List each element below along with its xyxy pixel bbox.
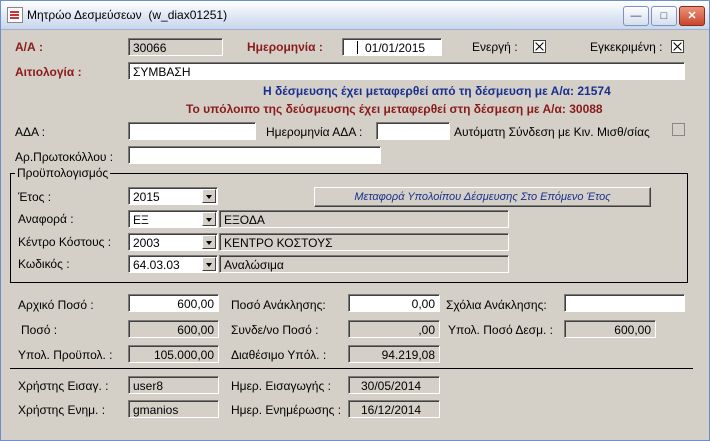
insert-user-label: Χρήστης Εισαγ. :: [18, 379, 109, 393]
code-description: Αναλώσιμα: [219, 255, 509, 273]
approved-checkbox[interactable]: [671, 40, 684, 53]
available-remaining-field: 94.219,08: [348, 345, 440, 363]
cost-center-value: 2003: [133, 236, 160, 250]
chevron-down-icon[interactable]: [202, 189, 216, 203]
recall-comments-field[interactable]: [564, 294, 685, 312]
chevron-down-icon[interactable]: [202, 235, 216, 249]
auto-link-checkbox[interactable]: [672, 123, 685, 136]
recall-comments-label: Σχόλια Ανάκλησης:: [446, 298, 547, 312]
amount-label: Ποσό :: [21, 323, 58, 337]
code-value: 64.03.03: [133, 258, 180, 272]
maximize-button[interactable]: □: [651, 6, 677, 26]
date-label: Ημερομηνία :: [247, 40, 323, 54]
separator-line: [10, 368, 693, 369]
ada-date-field[interactable]: [376, 122, 450, 140]
code-label: Κωδικός :: [18, 257, 70, 271]
ref-select[interactable]: ΕΞ: [128, 210, 218, 228]
transferred-from-message: Η δέσμευσης έχει μεταφερθεί από τη δέσμε…: [263, 84, 611, 98]
active-checkbox[interactable]: [533, 40, 546, 53]
title-bar[interactable]: Μητρώο Δεσμεύσεων (w_diax01251) — □ ✕: [1, 1, 709, 30]
protocol-field[interactable]: [128, 146, 381, 164]
cost-center-description: ΚΕΝΤΡΟ ΚΟΣΤΟΥΣ: [219, 233, 509, 251]
cost-center-label: Κέντρο Κόστους :: [18, 235, 112, 249]
ada-date-label: Ημερομηνία ΑΔΑ :: [266, 125, 363, 139]
code-select[interactable]: 64.03.03: [128, 255, 218, 273]
aa-label: Α/Α :: [15, 40, 43, 54]
update-user-field: gmanios: [128, 400, 219, 418]
year-value: 2015: [133, 190, 160, 204]
active-label: Ενεργή :: [472, 40, 518, 54]
year-label: Έτος :: [18, 190, 52, 204]
commitments-window: Μητρώο Δεσμεύσεων (w_diax01251) — □ ✕ Α/…: [0, 0, 710, 441]
window-form-id: (w_diax01251): [148, 8, 228, 22]
text-cursor: [357, 41, 358, 54]
protocol-label: Αρ.Πρωτοκόλλου :: [15, 150, 114, 164]
auto-link-label: Αυτόματη Σύνδεση με Κιν. Μισθ/σίας: [454, 125, 650, 139]
linked-amount-label: Συνδε/νο Ποσό :: [231, 323, 319, 337]
reason-field[interactable]: ΣΥΜΒΑΣΗ: [128, 62, 685, 80]
recall-amount-field[interactable]: 0,00: [348, 294, 440, 312]
initial-amount-label: Αρχικό Ποσό :: [18, 298, 94, 312]
form-body: Α/Α : 30066 Ημερομηνία : 01/01/2015 Ενερ…: [1, 30, 709, 440]
close-button[interactable]: ✕: [679, 6, 705, 26]
available-remaining-label: Διαθέσιμο Υπόλ. :: [231, 348, 327, 362]
app-icon: [7, 7, 23, 23]
chevron-down-icon[interactable]: [202, 257, 216, 271]
remaining-commitment-label: Υπολ. Ποσό Δεσμ. :: [448, 323, 554, 337]
budget-remaining-label: Υπολ. Προϋπολ. :: [18, 348, 113, 362]
budget-remaining-field: 105.000,00: [128, 345, 219, 363]
update-date-label: Ημερ. Ενημέρωσης :: [231, 403, 342, 417]
cost-center-select[interactable]: 2003: [128, 233, 218, 251]
recall-amount-label: Ποσό Ανάκλησης:: [231, 298, 326, 312]
budget-group-title: Προϋπολογισμός: [15, 166, 111, 180]
year-select[interactable]: 2015: [128, 187, 218, 205]
approved-label: Εγκεκριμένη :: [590, 40, 663, 54]
transfer-remainder-button[interactable]: Μεταφορά Υπολοίπου Δέσμευσης Στο Επόμενο…: [314, 187, 651, 207]
remainder-to-message: Το υπόλοιπο της δεύσμευσης έχει μεταφερθ…: [186, 102, 603, 116]
ref-description: ΕΞΟΔΑ: [219, 210, 509, 228]
minimize-button[interactable]: —: [623, 6, 649, 26]
insert-date-field: 30/05/2014: [348, 376, 440, 394]
aa-field[interactable]: 30066: [128, 38, 223, 56]
insert-date-label: Ημερ. Εισαγωγής :: [231, 379, 331, 393]
insert-user-field: user8: [128, 376, 219, 394]
initial-amount-field[interactable]: 600,00: [128, 294, 219, 312]
ref-label: Αναφορά :: [18, 212, 74, 226]
ref-value: ΕΞ: [133, 213, 149, 227]
remaining-commitment-field: 600,00: [564, 320, 656, 338]
ada-field[interactable]: [128, 122, 256, 140]
window-title: Μητρώο Δεσμεύσεων (w_diax01251): [27, 8, 227, 22]
linked-amount-field: ,00: [348, 320, 440, 338]
ada-label: ΑΔΑ :: [15, 125, 46, 139]
chevron-down-icon[interactable]: [202, 212, 216, 226]
reason-label: Αιτιολογία :: [15, 65, 82, 79]
window-title-text: Μητρώο Δεσμεύσεων: [27, 8, 142, 22]
update-date-field: 16/12/2014: [348, 400, 440, 418]
update-user-label: Χρήστης Ενημ. :: [18, 403, 106, 417]
amount-field: 600,00: [128, 320, 219, 338]
